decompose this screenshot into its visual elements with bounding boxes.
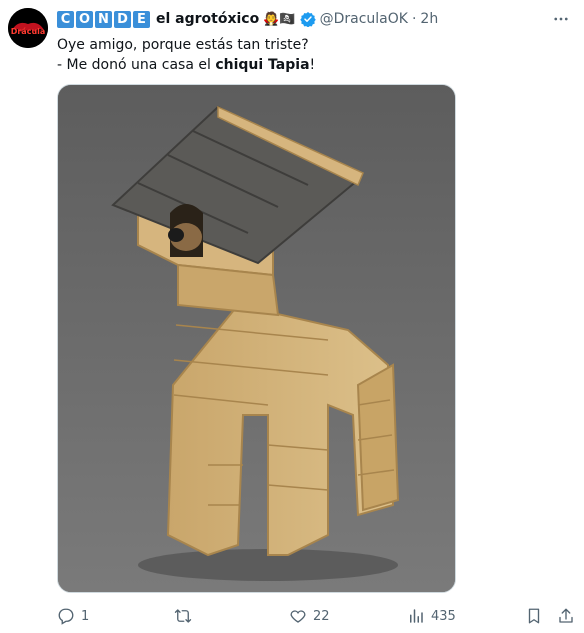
reply-count: 1 bbox=[81, 608, 90, 624]
display-name[interactable]: el agrotóxico bbox=[156, 11, 259, 27]
bookmark-icon bbox=[528, 608, 540, 624]
dog-doghouse-image bbox=[58, 85, 455, 592]
reply-icon bbox=[58, 608, 74, 625]
retweet-icon bbox=[174, 609, 192, 623]
retweet-button[interactable] bbox=[174, 607, 198, 625]
badge-letter: D bbox=[114, 10, 131, 28]
share-button[interactable] bbox=[557, 607, 581, 625]
tweet-text: Oye amigo, porque estás tan triste? - Me… bbox=[57, 35, 557, 75]
tweet-line-2: - Me donó una casa el chiqui Tapia! bbox=[57, 55, 557, 75]
bookmark-button[interactable] bbox=[525, 607, 549, 625]
dracula-logo-icon: Drácula bbox=[8, 8, 48, 48]
badge-letter: E bbox=[133, 10, 150, 28]
badge-letter: N bbox=[95, 10, 112, 28]
conde-badge[interactable]: C O N D E bbox=[57, 10, 150, 28]
separator-dot: · bbox=[411, 11, 417, 27]
share-icon bbox=[559, 608, 573, 623]
tweet-actions: 1 22 435 bbox=[57, 607, 577, 629]
views-button[interactable]: 435 bbox=[407, 607, 456, 625]
avatar[interactable]: Drácula bbox=[8, 8, 48, 48]
svg-text:Drácula: Drácula bbox=[11, 27, 46, 36]
like-count: 22 bbox=[313, 608, 330, 624]
user-handle[interactable]: @DraculaOK bbox=[320, 11, 408, 27]
tweet-image[interactable] bbox=[57, 84, 456, 593]
more-options-icon[interactable] bbox=[552, 10, 570, 32]
badge-letter: O bbox=[76, 10, 93, 28]
heart-icon bbox=[290, 610, 306, 623]
line2-suffix: ! bbox=[309, 57, 316, 73]
tweet-header: C O N D E el agrotóxico 🧛🏴‍☠️ @DraculaOK… bbox=[57, 9, 438, 29]
line2-prefix: - Me donó una casa el bbox=[57, 57, 216, 73]
timestamp[interactable]: 2h bbox=[420, 11, 438, 27]
name-emojis: 🧛🏴‍☠️ bbox=[263, 11, 296, 27]
tweet-line-1: Oye amigo, porque estás tan triste? bbox=[57, 37, 309, 53]
line2-bold-name[interactable]: chiqui Tapia bbox=[215, 57, 309, 73]
verified-badge-icon[interactable] bbox=[299, 11, 316, 27]
like-button[interactable]: 22 bbox=[289, 607, 330, 625]
views-chart-icon bbox=[410, 609, 423, 623]
badge-letter: C bbox=[57, 10, 74, 28]
tweet[interactable]: Drácula C O N D E el agrotóxico 🧛🏴‍☠️ @D… bbox=[0, 0, 584, 633]
reply-button[interactable]: 1 bbox=[57, 607, 89, 625]
views-count: 435 bbox=[431, 608, 456, 624]
